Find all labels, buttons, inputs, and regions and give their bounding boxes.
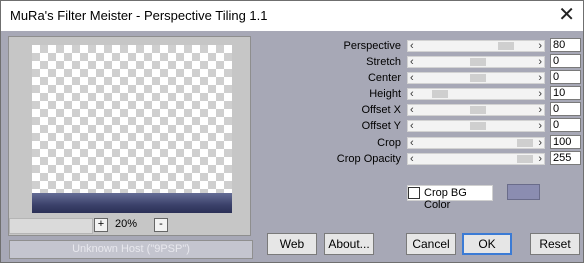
- arrow-right-icon[interactable]: ›: [538, 87, 542, 101]
- arrow-right-icon[interactable]: ›: [538, 152, 542, 166]
- slider-value[interactable]: 0: [550, 70, 581, 84]
- slider-track[interactable]: ‹ ›: [407, 104, 545, 116]
- arrow-right-icon[interactable]: ›: [538, 71, 542, 85]
- web-button[interactable]: Web: [267, 233, 317, 255]
- slider-row-center: Center ‹ › 0: [331, 70, 581, 85]
- slider-track[interactable]: ‹ ›: [407, 137, 545, 149]
- slider-row-height: Height ‹ › 10: [331, 86, 581, 101]
- slider-track[interactable]: ‹ ›: [407, 88, 545, 100]
- crop-bg-color-swatch[interactable]: [507, 184, 540, 200]
- zoom-out-button[interactable]: -: [154, 218, 168, 232]
- slider-thumb[interactable]: [470, 74, 486, 82]
- slider-value[interactable]: 0: [550, 102, 581, 116]
- zoom-value: 20%: [115, 218, 138, 230]
- arrow-right-icon[interactable]: ›: [538, 119, 542, 133]
- preview-frame: [8, 36, 251, 236]
- arrow-left-icon[interactable]: ‹: [410, 87, 414, 101]
- slider-value[interactable]: 0: [550, 118, 581, 132]
- zoom-in-button[interactable]: +: [94, 218, 108, 232]
- slider-thumb[interactable]: [470, 58, 486, 66]
- slider-row-offset-y: Offset Y ‹ › 0: [331, 118, 581, 133]
- slider-row-perspective: Perspective ‹ › 80: [331, 38, 581, 53]
- slider-row-crop: Crop ‹ › 100: [331, 135, 581, 150]
- dialog-client-area: + 20% - Unknown Host ("9PSP") Perspectiv…: [1, 32, 583, 262]
- slider-track[interactable]: ‹ ›: [407, 40, 545, 52]
- slider-track[interactable]: ‹ ›: [407, 120, 545, 132]
- ok-button[interactable]: OK: [462, 233, 512, 255]
- crop-bg-color-label: Crop BG Color: [424, 187, 467, 211]
- slider-track[interactable]: ‹ ›: [407, 72, 545, 84]
- slider-label: Offset X: [361, 104, 401, 116]
- checkbox-box[interactable]: [408, 187, 420, 199]
- arrow-right-icon[interactable]: ›: [538, 136, 542, 150]
- preview-image[interactable]: [32, 45, 232, 213]
- slider-row-offset-x: Offset X ‹ › 0: [331, 102, 581, 117]
- status-host: Unknown Host ("9PSP"): [9, 240, 253, 259]
- slider-track[interactable]: ‹ ›: [407, 153, 545, 165]
- slider-thumb[interactable]: [432, 90, 448, 98]
- about-button[interactable]: About...: [324, 233, 374, 255]
- slider-row-stretch: Stretch ‹ › 0: [331, 54, 581, 69]
- slider-label: Offset Y: [361, 120, 401, 132]
- dialog-window: MuRa's Filter Meister - Perspective Tili…: [0, 0, 584, 263]
- slider-label: Center: [367, 72, 401, 84]
- slider-thumb[interactable]: [517, 139, 533, 147]
- arrow-right-icon[interactable]: ›: [538, 39, 542, 53]
- crop-bg-color-checkbox[interactable]: Crop BG Color: [407, 185, 493, 211]
- slider-track[interactable]: ‹ ›: [407, 56, 545, 68]
- arrow-left-icon[interactable]: ‹: [410, 55, 414, 69]
- window-title: MuRa's Filter Meister - Perspective Tili…: [10, 8, 268, 23]
- slider-thumb[interactable]: [517, 155, 533, 163]
- arrow-left-icon[interactable]: ‹: [410, 71, 414, 85]
- slider-thumb[interactable]: [470, 122, 486, 130]
- slider-value[interactable]: 255: [550, 151, 581, 165]
- slider-label: Crop: [377, 137, 401, 149]
- slider-value[interactable]: 80: [550, 38, 581, 52]
- slider-thumb[interactable]: [470, 106, 486, 114]
- arrow-left-icon[interactable]: ‹: [410, 119, 414, 133]
- slider-label: Perspective: [343, 40, 401, 52]
- arrow-left-icon[interactable]: ‹: [410, 152, 414, 166]
- slider-value[interactable]: 100: [550, 135, 581, 149]
- slider-row-crop-opacity: Crop Opacity ‹ › 255: [331, 151, 581, 166]
- slider-value[interactable]: 0: [550, 54, 581, 68]
- slider-thumb[interactable]: [498, 42, 514, 50]
- title-bar: MuRa's Filter Meister - Perspective Tili…: [1, 1, 583, 31]
- cancel-button[interactable]: Cancel: [406, 233, 456, 255]
- arrow-right-icon[interactable]: ›: [538, 55, 542, 69]
- slider-label: Height: [369, 88, 401, 100]
- slider-label: Stretch: [366, 56, 401, 68]
- zoom-bar: [9, 218, 93, 234]
- arrow-left-icon[interactable]: ‹: [410, 136, 414, 150]
- slider-value[interactable]: 10: [550, 86, 581, 100]
- close-icon[interactable]: ✕: [558, 3, 575, 27]
- arrow-right-icon[interactable]: ›: [538, 103, 542, 117]
- arrow-left-icon[interactable]: ‹: [410, 39, 414, 53]
- slider-label: Crop Opacity: [336, 153, 401, 165]
- preview-road: [32, 193, 232, 213]
- arrow-left-icon[interactable]: ‹: [410, 103, 414, 117]
- reset-button[interactable]: Reset: [530, 233, 580, 255]
